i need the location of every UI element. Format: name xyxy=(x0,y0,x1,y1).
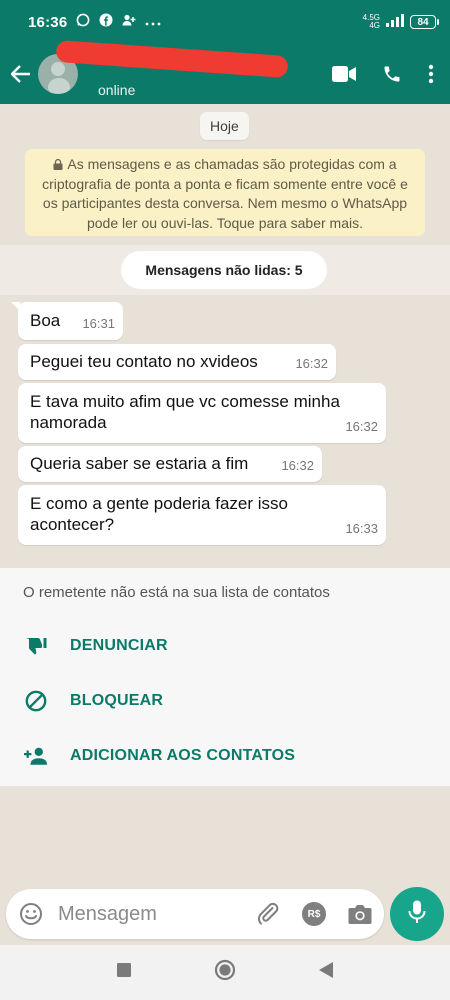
message-time: 16:33 xyxy=(345,521,378,536)
message-time: 16:32 xyxy=(345,419,378,434)
recents-square-icon[interactable] xyxy=(116,962,132,983)
unknown-sender-panel: O remetente não está na sua lista de con… xyxy=(0,568,450,786)
chat-area[interactable]: Hoje As mensagens e as chamadas são prot… xyxy=(0,104,450,889)
encryption-notice[interactable]: As mensagens e as chamadas são protegida… xyxy=(25,149,425,236)
report-button[interactable]: DENUNCIAR xyxy=(24,634,168,658)
message-time: 16:32 xyxy=(281,458,314,473)
mic-button[interactable] xyxy=(390,887,444,941)
video-call-icon[interactable] xyxy=(332,66,356,82)
add-to-contacts-button[interactable]: ADICIONAR AOS CONTATOS xyxy=(24,744,295,768)
status-time: 16:36 xyxy=(28,13,68,31)
battery-level: 84 xyxy=(417,16,429,28)
redaction-mark xyxy=(55,39,289,79)
block-icon xyxy=(24,689,48,713)
message-bubble[interactable]: E tava muito afim que vc comesse minha n… xyxy=(18,383,386,443)
message-bubble[interactable]: E como a gente poderia fazer isso aconte… xyxy=(18,485,386,545)
message-bubble[interactable]: Peguei teu contato no xvideos 16:32 xyxy=(18,344,336,380)
contact-info[interactable]: online xyxy=(55,39,289,98)
date-chip: Hoje xyxy=(200,112,249,140)
contact-add-status-icon xyxy=(122,13,136,31)
thumb-down-icon xyxy=(24,634,48,658)
message-time: 16:32 xyxy=(295,356,328,371)
attach-icon[interactable] xyxy=(256,902,280,926)
contact-status: online xyxy=(98,82,136,98)
back-triangle-icon[interactable] xyxy=(318,961,334,984)
message-composer: R$ xyxy=(6,889,384,939)
emoji-icon[interactable] xyxy=(18,901,44,927)
payment-icon[interactable]: R$ xyxy=(302,902,326,926)
facebook-status-icon xyxy=(99,13,113,31)
more-vert-icon[interactable] xyxy=(428,64,434,84)
battery-icon: 84 xyxy=(410,15,439,29)
signal-icon xyxy=(386,13,404,31)
unknown-sender-notice: O remetente não está na sua lista de con… xyxy=(23,584,330,601)
chat-header: online xyxy=(0,39,450,104)
message-input[interactable] xyxy=(58,902,228,926)
whatsapp-status-icon xyxy=(76,13,90,31)
message-time: 16:31 xyxy=(82,316,115,331)
back-arrow-icon[interactable] xyxy=(4,57,38,91)
home-circle-icon[interactable] xyxy=(214,959,236,986)
contact-name xyxy=(55,39,289,79)
top-bar: 16:36 4.5G 4G 84 online xyxy=(0,0,450,104)
more-status-icon xyxy=(145,14,161,31)
message-bubble[interactable]: Boa 16:31 xyxy=(11,302,123,340)
system-nav-bar xyxy=(0,945,450,1000)
status-bar: 16:36 4.5G 4G 84 xyxy=(0,0,450,44)
phone-icon[interactable] xyxy=(382,64,402,84)
lock-icon xyxy=(53,156,63,170)
add-person-icon xyxy=(24,744,48,768)
camera-icon[interactable] xyxy=(348,903,372,925)
message-bubble[interactable]: Queria saber se estaria a fim 16:32 xyxy=(18,446,322,482)
network-type: 4.5G 4G xyxy=(362,13,380,30)
block-button[interactable]: BLOQUEAR xyxy=(24,689,163,713)
mic-icon xyxy=(408,900,426,929)
unread-messages-label: Mensagens não lidas: 5 xyxy=(121,251,327,289)
